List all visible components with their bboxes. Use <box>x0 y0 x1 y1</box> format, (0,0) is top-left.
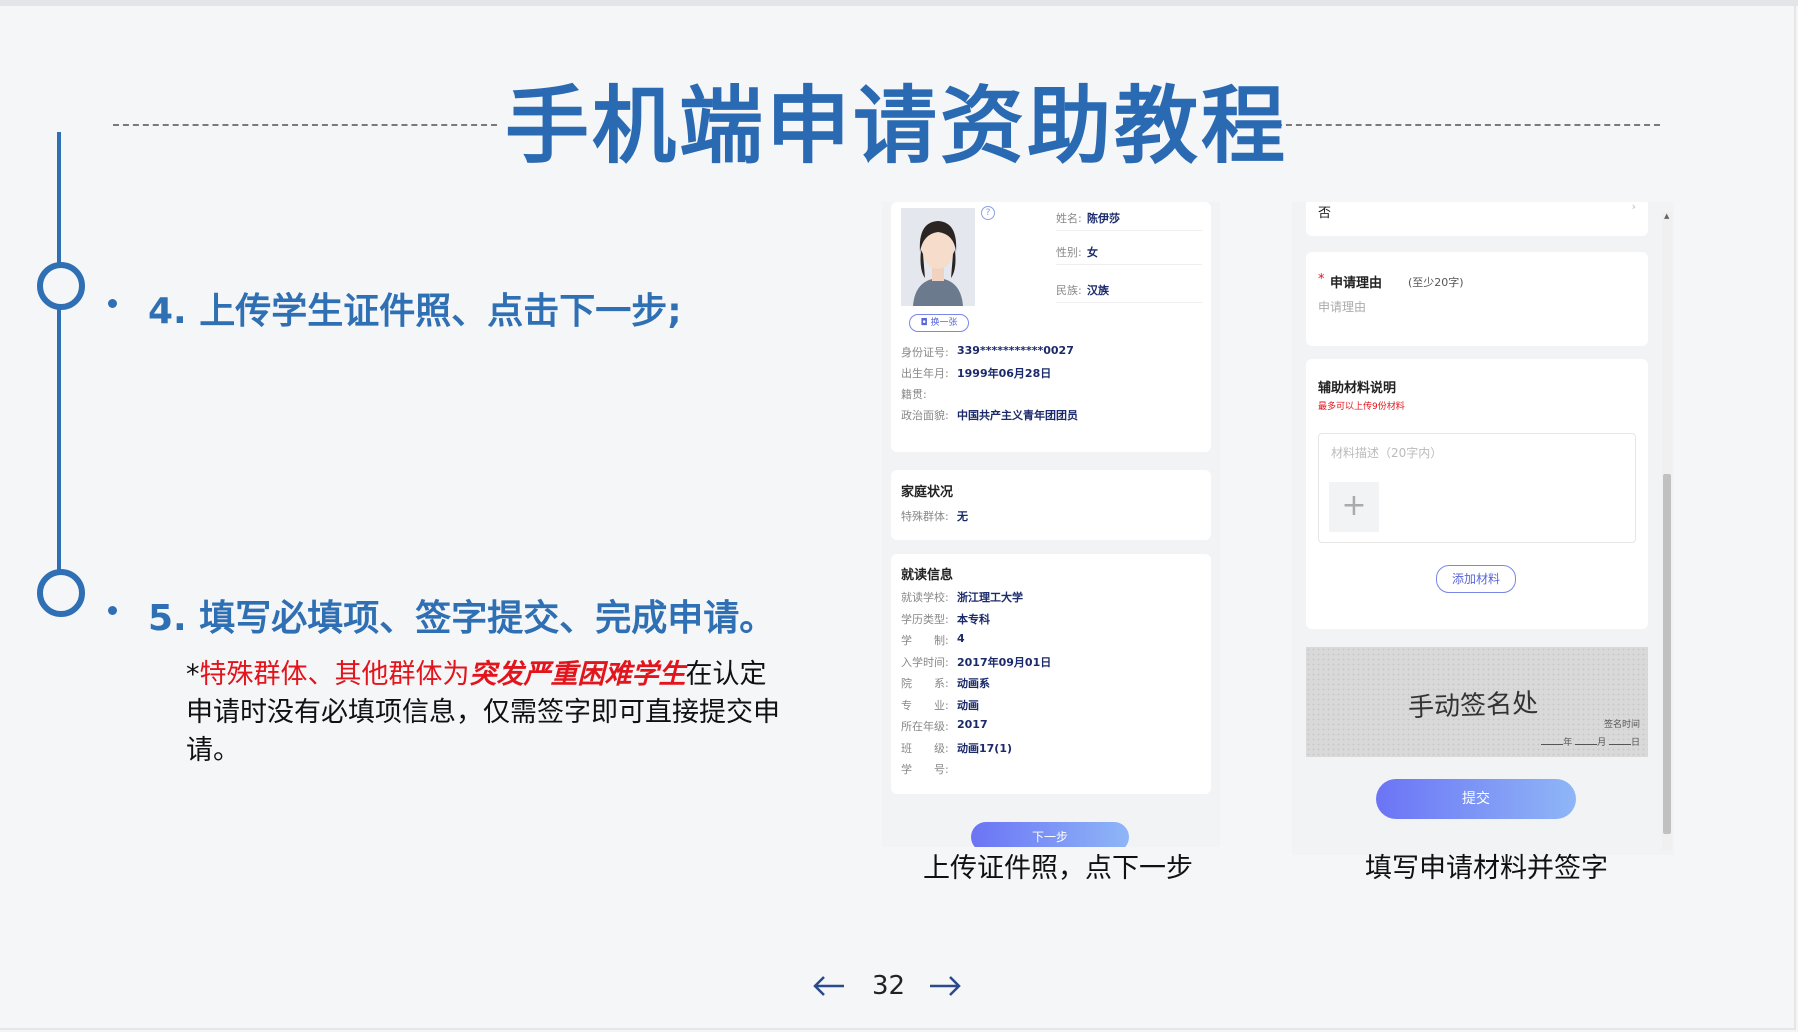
political-value: 中国共产主义青年团团员 <box>957 409 1078 422</box>
divider <box>1056 264 1202 265</box>
reason-title: 申请理由 <box>1330 276 1383 291</box>
step-5-text: 5. 填写必填项、签字提交、完成申请。 <box>148 598 776 639</box>
scrollbar-thumb[interactable] <box>1663 474 1671 834</box>
scrollbar[interactable]: ▲ <box>1662 212 1672 850</box>
change-photo-button[interactable]: ◘ 换一张 <box>909 314 969 332</box>
id-label: 身份证号: <box>901 346 949 359</box>
caption-fill: 填写申请材料并签字 <box>1365 853 1608 884</box>
study-title: 就读信息 <box>901 568 954 583</box>
study-row-value: 2017年09月01日 <box>957 655 1052 669</box>
chevron-right-icon: › <box>1631 202 1636 213</box>
bullet-dot <box>108 299 117 308</box>
study-row-value: 动画 <box>957 698 979 712</box>
study-row-value: 2017 <box>957 718 988 731</box>
group-value: 无 <box>957 510 968 523</box>
study-row-value: 浙江理工大学 <box>957 591 1023 604</box>
next-page-button[interactable] <box>928 974 962 998</box>
add-image-button[interactable]: + <box>1329 482 1379 532</box>
political-label: 政治面貌: <box>901 409 949 422</box>
name-label: 姓名: <box>1056 212 1082 225</box>
required-star: * <box>1318 272 1325 287</box>
material-card: 辅助材料说明 最多可以上传9份材料 材料描述（20字内） + 添加材料 <box>1306 359 1648 629</box>
title-dash-left <box>113 124 497 126</box>
divider <box>1056 230 1202 231</box>
birth-label: 出生年月: <box>901 367 949 380</box>
reason-hint: (至少20字) <box>1408 276 1464 289</box>
ethnic-value: 汉族 <box>1087 284 1109 297</box>
camera-icon: ◘ <box>920 318 928 328</box>
student-photo <box>901 208 975 306</box>
gender-value: 女 <box>1087 246 1098 259</box>
month-label: 月 <box>1597 738 1607 748</box>
ethnic-label: 民族: <box>1056 284 1082 297</box>
add-material-button[interactable]: 添加材料 <box>1436 565 1516 593</box>
screenshot-fill-application: 否 › * 申请理由 (至少20字) 申请理由 辅助材料说明 最多可以上传9份材… <box>1292 202 1674 855</box>
material-limit: 最多可以上传9份材料 <box>1318 402 1405 412</box>
help-icon[interactable]: ? <box>981 206 995 220</box>
note-star: * <box>186 659 200 690</box>
submit-button[interactable]: 提交 <box>1376 779 1576 819</box>
arrow-right-icon <box>930 976 961 996</box>
study-card: 就读信息 就读学校: 浙江理工大学 学历类型: 本专科学 制: 4 入学时间: 2017年0… <box>891 554 1211 794</box>
study-row-value: 动画系 <box>957 677 990 690</box>
day-label: 日 <box>1630 738 1640 748</box>
study-row-label: 所在年级: <box>901 720 949 733</box>
material-title: 辅助材料说明 <box>1318 381 1397 396</box>
sign-date: 年 月 日 <box>1541 735 1640 748</box>
study-row-label: 专 业: <box>901 698 949 712</box>
note-paragraph: *特殊群体、其他群体为突发严重困难学生在认定申请时没有必填项信息，仅需签字即可直… <box>186 656 786 770</box>
reason-input[interactable]: 申请理由 <box>1318 298 1366 315</box>
scroll-up-icon[interactable]: ▲ <box>1664 212 1669 220</box>
study-row-value: 4 <box>957 632 965 645</box>
signature-pad[interactable]: 手动签名处 签名时间 年 月 日 <box>1306 647 1648 757</box>
gender-label: 性别: <box>1056 246 1082 259</box>
bullet-dot <box>108 606 117 615</box>
timeline-node-5 <box>37 569 85 617</box>
plus-icon: + <box>1341 488 1367 523</box>
arrow-left-icon <box>813 976 844 996</box>
study-row-label: 院 系: <box>901 677 949 690</box>
signature-text: 手动签名处 <box>1407 688 1539 724</box>
divider <box>1056 302 1202 303</box>
slide: 手机端申请资助教程 4. 上传学生证件照、点击下一步; 5. 填写必填项、签字提… <box>0 6 1796 1030</box>
slide-title: 手机端申请资助教程 <box>505 77 1289 175</box>
material-description-box[interactable]: 材料描述（20字内） + <box>1318 433 1636 543</box>
page-number: 32 <box>872 971 906 1001</box>
group-label: 特殊群体: <box>901 510 949 523</box>
year-label: 年 <box>1563 738 1573 748</box>
sign-time-label: 签名时间 <box>1603 720 1640 730</box>
study-row-value: 动画17(1) <box>957 741 1013 755</box>
native-label: 籍贯: <box>901 388 927 401</box>
timeline-line <box>57 132 61 596</box>
timeline-node-4 <box>37 262 85 310</box>
screenshot-upload-photo: ? ◘ 换一张 姓名: 陈伊莎 性别: 女 民族: 汉族 身份证号: 339**… <box>882 202 1220 847</box>
step-4-text: 4. 上传学生证件照、点击下一步; <box>148 291 682 332</box>
study-row-label: 学历类型: <box>901 612 949 626</box>
study-row-label: 学 制: <box>901 634 949 647</box>
material-description-input[interactable]: 材料描述（20字内） <box>1331 444 1442 461</box>
profile-card: ? ◘ 换一张 姓名: 陈伊莎 性别: 女 民族: 汉族 身份证号: 339**… <box>891 202 1211 452</box>
family-card: 家庭状况 特殊群体: 无 <box>891 470 1211 540</box>
note-red-text: 特殊群体、其他群体为 <box>199 659 470 690</box>
next-step-button[interactable]: 下一步 <box>971 822 1129 847</box>
reason-card: * 申请理由 (至少20字) 申请理由 <box>1306 252 1648 346</box>
note-emphasis: 突发严重困难学生 <box>469 659 686 690</box>
change-photo-label: 换一张 <box>930 318 958 328</box>
name-value: 陈伊莎 <box>1087 212 1120 225</box>
study-row-label: 学 号: <box>901 763 949 776</box>
birth-value: 1999年06月28日 <box>957 367 1052 380</box>
study-row-label: 就读学校: <box>901 591 949 604</box>
previous-field-value: 否 <box>1318 206 1332 221</box>
prev-page-button[interactable] <box>812 974 846 998</box>
id-value: 339***********0027 <box>957 344 1074 357</box>
study-row-value: 本专科 <box>957 612 990 626</box>
study-row-label: 班 级: <box>901 741 949 755</box>
previous-field-card: 否 › <box>1306 202 1648 236</box>
title-dash-right <box>1276 124 1660 126</box>
family-title: 家庭状况 <box>901 485 954 500</box>
study-row-label: 入学时间: <box>901 655 949 669</box>
caption-upload: 上传证件照，点下一步 <box>923 853 1193 884</box>
